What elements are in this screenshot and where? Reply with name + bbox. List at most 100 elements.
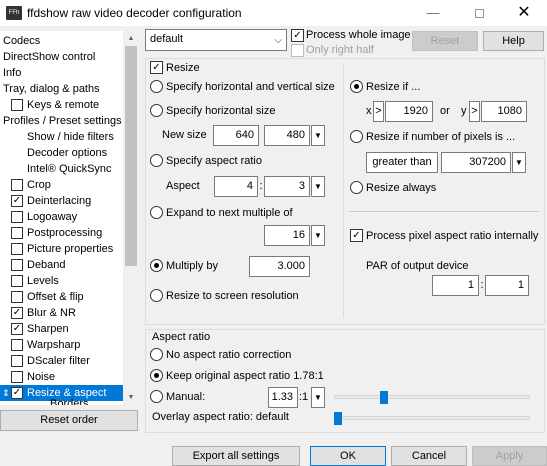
tree-item-warpsharp[interactable]: Warpsharp: [0, 337, 138, 353]
minimize-button[interactable]: —: [410, 0, 456, 26]
tree-item-tray-dialog-paths[interactable]: Tray, dialog & paths: [3, 81, 100, 97]
picture-properties-checkbox[interactable]: [11, 243, 23, 255]
manual-aspect-slider-track[interactable]: [334, 395, 530, 399]
tree-item-show-hide-filters[interactable]: Show / hide filters: [27, 129, 114, 145]
deinterlacing-checkbox[interactable]: ✓: [11, 195, 23, 207]
tree-item-directshow-control[interactable]: DirectShow control: [3, 49, 95, 65]
overlay-slider-track[interactable]: [334, 416, 530, 420]
scrollbar-thumb[interactable]: [125, 46, 137, 266]
specify-hv-radio[interactable]: [150, 80, 163, 93]
tree-item-picture-properties[interactable]: Picture properties: [0, 241, 138, 257]
resize-aspect-checkbox[interactable]: ✓: [11, 387, 23, 399]
height-compare-button[interactable]: >: [469, 101, 480, 122]
tree-item-borders[interactable]: Borders: [50, 399, 89, 405]
multiple-dropdown-icon[interactable]: ▼: [311, 225, 325, 246]
logoaway-checkbox[interactable]: [11, 211, 23, 223]
par-height-field[interactable]: 1: [485, 275, 529, 296]
crop-checkbox[interactable]: [11, 179, 23, 191]
manual-aspect-slider-thumb[interactable]: [380, 391, 388, 404]
tree-item-decoder-options[interactable]: Decoder options: [27, 145, 107, 161]
chevron-down-icon: ⌵: [274, 35, 282, 46]
new-size-width-field[interactable]: 640: [213, 125, 259, 146]
blur-nr-checkbox[interactable]: ✓: [11, 307, 23, 319]
offset-flip-checkbox[interactable]: [11, 291, 23, 303]
preset-select[interactable]: default ⌵: [145, 29, 287, 51]
process-whole-image-checkbox[interactable]: ✓: [291, 29, 304, 42]
aspect-dropdown-icon[interactable]: ▼: [311, 176, 325, 197]
resize-if-pixels-radio[interactable]: [350, 130, 363, 143]
expand-multiple-radio[interactable]: [150, 206, 163, 219]
window-title: ffdshow raw video decoder configuration: [27, 6, 242, 20]
only-right-half-checkbox[interactable]: [291, 44, 304, 57]
reset-order-button[interactable]: Reset order: [0, 410, 138, 431]
resize-always-radio[interactable]: [350, 181, 363, 194]
tree-item-info[interactable]: Info: [3, 65, 21, 81]
filter-tree[interactable]: Codecs DirectShow control Info Tray, dia…: [0, 31, 139, 405]
pixels-threshold-field[interactable]: 307200: [441, 152, 511, 173]
manual-aspect-radio[interactable]: [150, 390, 163, 403]
tree-item-crop[interactable]: Crop: [0, 177, 138, 193]
keys-remote-checkbox[interactable]: [11, 99, 23, 111]
specify-h-radio[interactable]: [150, 104, 163, 117]
resize-if-radio[interactable]: [350, 80, 363, 93]
tree-item-offset-flip[interactable]: Offset & flip: [0, 289, 138, 305]
sharpen-checkbox[interactable]: ✓: [11, 323, 23, 335]
aspect-height-field[interactable]: 3: [264, 176, 310, 197]
noise-checkbox[interactable]: [11, 371, 23, 383]
warpsharp-checkbox[interactable]: [11, 339, 23, 351]
deband-checkbox[interactable]: [11, 259, 23, 271]
new-size-dropdown-icon[interactable]: ▼: [311, 125, 325, 146]
pixels-dropdown-icon[interactable]: ▼: [512, 152, 526, 173]
help-button[interactable]: Help: [483, 31, 544, 51]
tree-item-keys-remote[interactable]: Keys & remote: [0, 97, 138, 113]
multiple-value-field[interactable]: 16: [264, 225, 310, 246]
multiply-by-radio[interactable]: [150, 259, 163, 272]
reset-button[interactable]: Reset: [412, 31, 478, 51]
height-threshold-field[interactable]: 1080: [481, 101, 527, 122]
no-aspect-correction-radio[interactable]: [150, 348, 163, 361]
ok-button[interactable]: OK: [310, 446, 386, 466]
scroll-up-icon[interactable]: ▲: [123, 31, 139, 46]
aspect-width-field[interactable]: 4: [214, 176, 258, 197]
postprocessing-checkbox[interactable]: [11, 227, 23, 239]
tree-item-profiles-presets[interactable]: Profiles / Preset settings: [3, 113, 122, 129]
greater-than-select[interactable]: greater than: [366, 152, 438, 173]
tree-item-noise[interactable]: Noise: [0, 369, 138, 385]
manual-aspect-field[interactable]: 1.33: [268, 387, 298, 408]
tree-scrollbar[interactable]: ▲ ▼: [123, 31, 139, 405]
width-threshold-field[interactable]: 1920: [385, 101, 433, 122]
tree-item-blur-nr[interactable]: ✓ Blur & NR: [0, 305, 138, 321]
specify-aspect-radio[interactable]: [150, 154, 163, 167]
tree-item-intel-quicksync[interactable]: Intel® QuickSync: [27, 161, 112, 177]
tree-item-deinterlacing[interactable]: ✓ Deinterlacing: [0, 193, 138, 209]
tree-item-label: Levels: [27, 275, 59, 287]
levels-checkbox[interactable]: [11, 275, 23, 287]
specify-aspect-label: Specify aspect ratio: [166, 155, 262, 167]
overlay-slider-thumb[interactable]: [334, 412, 342, 425]
new-size-height-field[interactable]: 480: [264, 125, 310, 146]
multiply-value-field[interactable]: 3.000: [249, 256, 310, 277]
tree-item-codecs[interactable]: Codecs: [3, 33, 40, 49]
resize-screen-radio[interactable]: [150, 289, 163, 302]
process-par-checkbox[interactable]: ✓: [350, 229, 363, 242]
move-updown-icon[interactable]: ⇕: [2, 385, 10, 401]
tree-item-postprocessing[interactable]: Postprocessing: [0, 225, 138, 241]
tree-item-sharpen[interactable]: ✓ Sharpen: [0, 321, 138, 337]
keep-original-aspect-radio[interactable]: [150, 369, 163, 382]
maximize-button[interactable]: [456, 0, 502, 26]
scroll-down-icon[interactable]: ▼: [123, 390, 139, 405]
tree-item-levels[interactable]: Levels: [0, 273, 138, 289]
manual-aspect-dropdown-icon[interactable]: ▼: [311, 387, 325, 408]
export-all-settings-button[interactable]: Export all settings: [172, 446, 300, 466]
apply-button[interactable]: Apply: [472, 446, 547, 466]
width-compare-button[interactable]: >: [373, 101, 384, 122]
par-output-label: PAR of output device: [366, 260, 469, 272]
resize-checkbox[interactable]: ✓: [150, 61, 163, 74]
cancel-button[interactable]: Cancel: [391, 446, 467, 466]
close-button[interactable]: ✕: [501, 0, 547, 26]
tree-item-dscaler-filter[interactable]: DScaler filter: [0, 353, 138, 369]
par-width-field[interactable]: 1: [432, 275, 479, 296]
dscaler-filter-checkbox[interactable]: [11, 355, 23, 367]
tree-item-logoaway[interactable]: Logoaway: [0, 209, 138, 225]
tree-item-deband[interactable]: Deband: [0, 257, 138, 273]
